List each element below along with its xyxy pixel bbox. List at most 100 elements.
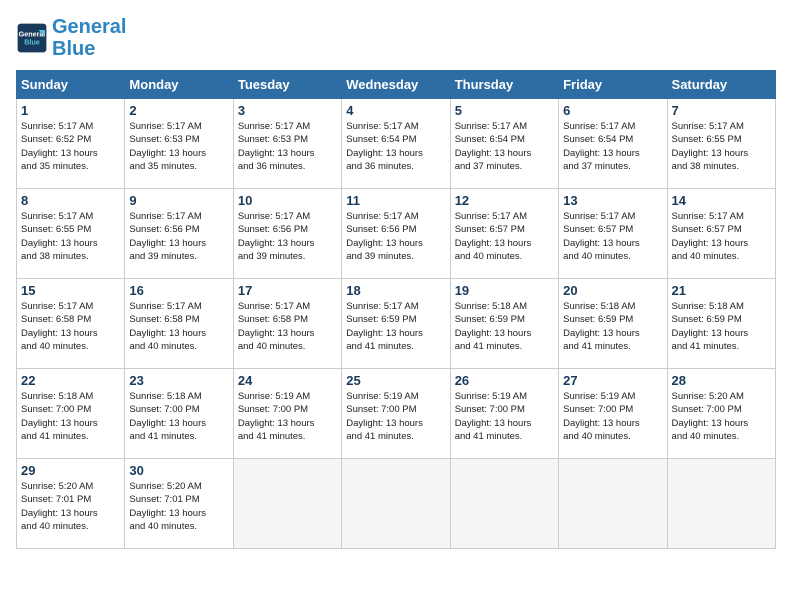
day-number: 13: [563, 193, 662, 208]
calendar-day-10: 10 Sunrise: 5:17 AM Sunset: 6:56 PM Dayli…: [233, 189, 341, 279]
day-number: 5: [455, 103, 554, 118]
calendar-day-23: 23 Sunrise: 5:18 AM Sunset: 7:00 PM Dayli…: [125, 369, 233, 459]
calendar-week-row: 22 Sunrise: 5:18 AM Sunset: 7:00 PM Dayli…: [17, 369, 776, 459]
calendar-week-row: 1 Sunrise: 5:17 AM Sunset: 6:52 PM Daylig…: [17, 99, 776, 189]
calendar-day-1: 1 Sunrise: 5:17 AM Sunset: 6:52 PM Daylig…: [17, 99, 125, 189]
day-number: 15: [21, 283, 120, 298]
calendar-day-empty: [233, 459, 341, 549]
day-number: 6: [563, 103, 662, 118]
calendar-day-26: 26 Sunrise: 5:19 AM Sunset: 7:00 PM Dayli…: [450, 369, 558, 459]
day-info: Sunrise: 5:20 AM Sunset: 7:00 PM Dayligh…: [672, 390, 771, 443]
weekday-header-friday: Friday: [559, 71, 667, 99]
calendar-table: SundayMondayTuesdayWednesdayThursdayFrid…: [16, 70, 776, 549]
calendar-week-row: 15 Sunrise: 5:17 AM Sunset: 6:58 PM Dayli…: [17, 279, 776, 369]
day-number: 21: [672, 283, 771, 298]
day-info: Sunrise: 5:17 AM Sunset: 6:53 PM Dayligh…: [129, 120, 228, 173]
day-info: Sunrise: 5:18 AM Sunset: 7:00 PM Dayligh…: [21, 390, 120, 443]
day-info: Sunrise: 5:17 AM Sunset: 6:58 PM Dayligh…: [129, 300, 228, 353]
day-number: 9: [129, 193, 228, 208]
calendar-day-3: 3 Sunrise: 5:17 AM Sunset: 6:53 PM Daylig…: [233, 99, 341, 189]
day-number: 12: [455, 193, 554, 208]
day-info: Sunrise: 5:19 AM Sunset: 7:00 PM Dayligh…: [346, 390, 445, 443]
day-number: 26: [455, 373, 554, 388]
day-number: 18: [346, 283, 445, 298]
day-number: 19: [455, 283, 554, 298]
calendar-day-22: 22 Sunrise: 5:18 AM Sunset: 7:00 PM Dayli…: [17, 369, 125, 459]
calendar-day-empty: [450, 459, 558, 549]
day-number: 11: [346, 193, 445, 208]
day-number: 28: [672, 373, 771, 388]
day-info: Sunrise: 5:18 AM Sunset: 6:59 PM Dayligh…: [672, 300, 771, 353]
calendar-day-16: 16 Sunrise: 5:17 AM Sunset: 6:58 PM Dayli…: [125, 279, 233, 369]
day-info: Sunrise: 5:17 AM Sunset: 6:54 PM Dayligh…: [563, 120, 662, 173]
day-number: 23: [129, 373, 228, 388]
calendar-day-28: 28 Sunrise: 5:20 AM Sunset: 7:00 PM Dayli…: [667, 369, 775, 459]
calendar-day-empty: [342, 459, 450, 549]
calendar-week-row: 29 Sunrise: 5:20 AM Sunset: 7:01 PM Dayli…: [17, 459, 776, 549]
weekday-header-tuesday: Tuesday: [233, 71, 341, 99]
calendar-day-24: 24 Sunrise: 5:19 AM Sunset: 7:00 PM Dayli…: [233, 369, 341, 459]
day-info: Sunrise: 5:17 AM Sunset: 6:57 PM Dayligh…: [455, 210, 554, 263]
day-info: Sunrise: 5:17 AM Sunset: 6:56 PM Dayligh…: [346, 210, 445, 263]
svg-text:Blue: Blue: [24, 37, 40, 46]
day-info: Sunrise: 5:20 AM Sunset: 7:01 PM Dayligh…: [21, 480, 120, 533]
day-number: 10: [238, 193, 337, 208]
day-number: 17: [238, 283, 337, 298]
logo-text: GeneralBlue: [52, 16, 126, 60]
calendar-day-18: 18 Sunrise: 5:17 AM Sunset: 6:59 PM Dayli…: [342, 279, 450, 369]
calendar-day-2: 2 Sunrise: 5:17 AM Sunset: 6:53 PM Daylig…: [125, 99, 233, 189]
day-info: Sunrise: 5:19 AM Sunset: 7:00 PM Dayligh…: [455, 390, 554, 443]
calendar-day-15: 15 Sunrise: 5:17 AM Sunset: 6:58 PM Dayli…: [17, 279, 125, 369]
day-number: 1: [21, 103, 120, 118]
day-info: Sunrise: 5:17 AM Sunset: 6:58 PM Dayligh…: [21, 300, 120, 353]
weekday-header-saturday: Saturday: [667, 71, 775, 99]
day-number: 3: [238, 103, 337, 118]
day-info: Sunrise: 5:17 AM Sunset: 6:56 PM Dayligh…: [129, 210, 228, 263]
day-info: Sunrise: 5:17 AM Sunset: 6:56 PM Dayligh…: [238, 210, 337, 263]
day-number: 24: [238, 373, 337, 388]
day-info: Sunrise: 5:17 AM Sunset: 6:59 PM Dayligh…: [346, 300, 445, 353]
day-number: 7: [672, 103, 771, 118]
calendar-day-19: 19 Sunrise: 5:18 AM Sunset: 6:59 PM Dayli…: [450, 279, 558, 369]
calendar-day-9: 9 Sunrise: 5:17 AM Sunset: 6:56 PM Daylig…: [125, 189, 233, 279]
day-info: Sunrise: 5:18 AM Sunset: 7:00 PM Dayligh…: [129, 390, 228, 443]
calendar-day-4: 4 Sunrise: 5:17 AM Sunset: 6:54 PM Daylig…: [342, 99, 450, 189]
calendar-day-21: 21 Sunrise: 5:18 AM Sunset: 6:59 PM Dayli…: [667, 279, 775, 369]
day-info: Sunrise: 5:17 AM Sunset: 6:54 PM Dayligh…: [346, 120, 445, 173]
day-info: Sunrise: 5:17 AM Sunset: 6:57 PM Dayligh…: [672, 210, 771, 263]
day-info: Sunrise: 5:19 AM Sunset: 7:00 PM Dayligh…: [238, 390, 337, 443]
calendar-day-25: 25 Sunrise: 5:19 AM Sunset: 7:00 PM Dayli…: [342, 369, 450, 459]
day-number: 14: [672, 193, 771, 208]
weekday-header-thursday: Thursday: [450, 71, 558, 99]
day-info: Sunrise: 5:19 AM Sunset: 7:00 PM Dayligh…: [563, 390, 662, 443]
day-info: Sunrise: 5:18 AM Sunset: 6:59 PM Dayligh…: [455, 300, 554, 353]
day-info: Sunrise: 5:17 AM Sunset: 6:53 PM Dayligh…: [238, 120, 337, 173]
weekday-header-monday: Monday: [125, 71, 233, 99]
logo-icon: General Blue: [16, 22, 48, 54]
day-info: Sunrise: 5:18 AM Sunset: 6:59 PM Dayligh…: [563, 300, 662, 353]
day-info: Sunrise: 5:17 AM Sunset: 6:52 PM Dayligh…: [21, 120, 120, 173]
day-number: 4: [346, 103, 445, 118]
calendar-day-27: 27Sunrise: 5:19 AM Sunset: 7:00 PM Dayli…: [559, 369, 667, 459]
calendar-day-30: 30Sunrise: 5:20 AM Sunset: 7:01 PM Dayli…: [125, 459, 233, 549]
calendar-day-29: 29 Sunrise: 5:20 AM Sunset: 7:01 PM Dayli…: [17, 459, 125, 549]
day-number: 2: [129, 103, 228, 118]
day-number: 22: [21, 373, 120, 388]
day-number: 20: [563, 283, 662, 298]
weekday-header-sunday: Sunday: [17, 71, 125, 99]
calendar-day-12: 12 Sunrise: 5:17 AM Sunset: 6:57 PM Dayli…: [450, 189, 558, 279]
day-number: 16: [129, 283, 228, 298]
day-info: Sunrise: 5:17 AM Sunset: 6:58 PM Dayligh…: [238, 300, 337, 353]
day-number: 29: [21, 463, 120, 478]
day-info: Sunrise: 5:17 AM Sunset: 6:54 PM Dayligh…: [455, 120, 554, 173]
day-info: Sunrise: 5:20 AM Sunset: 7:01 PM Dayligh…: [129, 480, 228, 533]
calendar-day-8: 8Sunrise: 5:17 AM Sunset: 6:55 PM Daylig…: [17, 189, 125, 279]
calendar-day-17: 17 Sunrise: 5:17 AM Sunset: 6:58 PM Dayli…: [233, 279, 341, 369]
calendar-day-13: 13Sunrise: 5:17 AM Sunset: 6:57 PM Dayli…: [559, 189, 667, 279]
header: General Blue GeneralBlue: [16, 16, 776, 60]
calendar-week-row: 8Sunrise: 5:17 AM Sunset: 6:55 PM Daylig…: [17, 189, 776, 279]
calendar-day-5: 5 Sunrise: 5:17 AM Sunset: 6:54 PM Daylig…: [450, 99, 558, 189]
day-info: Sunrise: 5:17 AM Sunset: 6:55 PM Dayligh…: [21, 210, 120, 263]
weekday-header-row: SundayMondayTuesdayWednesdayThursdayFrid…: [17, 71, 776, 99]
day-number: 25: [346, 373, 445, 388]
